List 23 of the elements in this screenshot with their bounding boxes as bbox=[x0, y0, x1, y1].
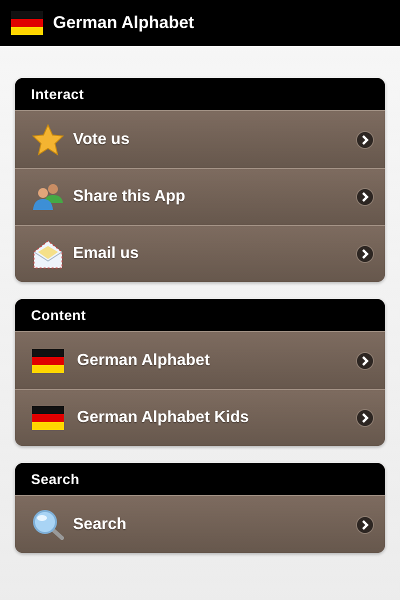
section-title: Content bbox=[31, 307, 86, 323]
star-icon bbox=[32, 124, 64, 156]
chevron-icon bbox=[356, 409, 374, 427]
chevron-icon bbox=[356, 188, 374, 206]
menu-item[interactable]: German Alphabet bbox=[15, 332, 385, 389]
people-icon bbox=[32, 181, 64, 213]
envelope-icon bbox=[32, 238, 64, 270]
section-title: Search bbox=[31, 471, 80, 487]
menu-item[interactable]: Share this App bbox=[15, 168, 385, 225]
menu-item[interactable]: Search bbox=[15, 496, 385, 553]
app-title: German Alphabet bbox=[53, 13, 194, 33]
menu-item[interactable]: Email us bbox=[15, 225, 385, 282]
search-icon bbox=[32, 508, 64, 540]
flag-icon bbox=[32, 348, 64, 372]
menu-item[interactable]: Vote us bbox=[15, 111, 385, 168]
flag-icon bbox=[32, 406, 64, 430]
chevron-icon bbox=[356, 516, 374, 534]
section-title: Interact bbox=[31, 86, 84, 102]
flag-icon bbox=[11, 11, 43, 35]
chevron-icon bbox=[356, 352, 374, 370]
menu-item[interactable]: German Alphabet Kids bbox=[15, 389, 385, 446]
chevron-icon bbox=[356, 130, 374, 148]
chevron-icon bbox=[356, 245, 374, 263]
